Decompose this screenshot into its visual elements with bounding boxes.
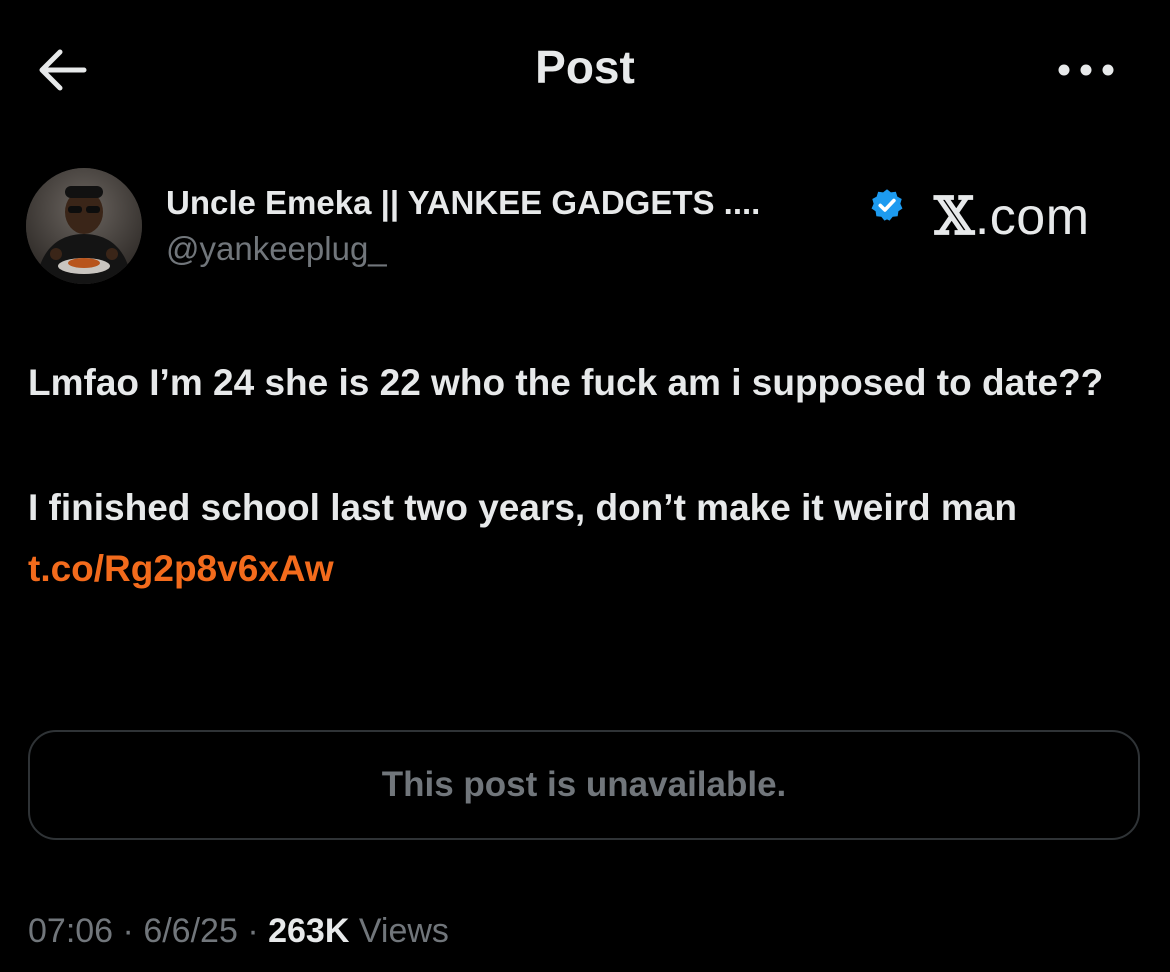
author-handle[interactable]: @yankeeplug_ <box>166 230 387 268</box>
meta-separator: · <box>122 912 134 950</box>
x-logo-mark: 𝕏 <box>934 186 975 247</box>
post-metadata: 07:06 · 6/6/25 · 263K Views <box>28 912 449 951</box>
post-date[interactable]: 6/6/25 <box>143 912 238 950</box>
top-bar: Post <box>0 0 1170 140</box>
avatar-photo <box>26 168 142 284</box>
post-link[interactable]: t.co/Rg2p8v6xAw <box>28 548 334 589</box>
x-com-watermark: 𝕏.com <box>934 186 1090 247</box>
watermark-domain: .com <box>974 188 1090 246</box>
more-horizontal-icon <box>1058 64 1114 76</box>
more-options-button[interactable] <box>1054 54 1118 86</box>
post-time[interactable]: 07:06 <box>28 912 113 950</box>
back-button[interactable] <box>34 46 90 94</box>
arrow-left-icon <box>39 49 87 91</box>
avatar[interactable] <box>26 168 142 284</box>
unavailable-notice: This post is unavailable. <box>381 765 787 804</box>
post-author: Uncle Emeka || YANKEE GADGETS .... @yank… <box>26 168 1146 288</box>
page-title: Post <box>535 41 635 93</box>
post-paragraph-1: Lmfao I’m 24 she is 22 who the fuck am i… <box>28 362 1104 403</box>
quoted-post-card[interactable]: This post is unavailable. <box>28 730 1140 840</box>
views-label: Views <box>358 912 449 950</box>
verified-badge-icon <box>871 189 903 221</box>
post-paragraph-2: I finished school last two years, don’t … <box>28 477 1143 599</box>
author-display-name[interactable]: Uncle Emeka || YANKEE GADGETS .... <box>166 184 760 222</box>
post-body: Lmfao I’m 24 she is 22 who the fuck am i… <box>28 352 1143 599</box>
meta-separator: · <box>247 912 259 950</box>
views-count[interactable]: 263K <box>268 912 349 950</box>
post-paragraph-2-text: I finished school last two years, don’t … <box>28 487 1017 528</box>
